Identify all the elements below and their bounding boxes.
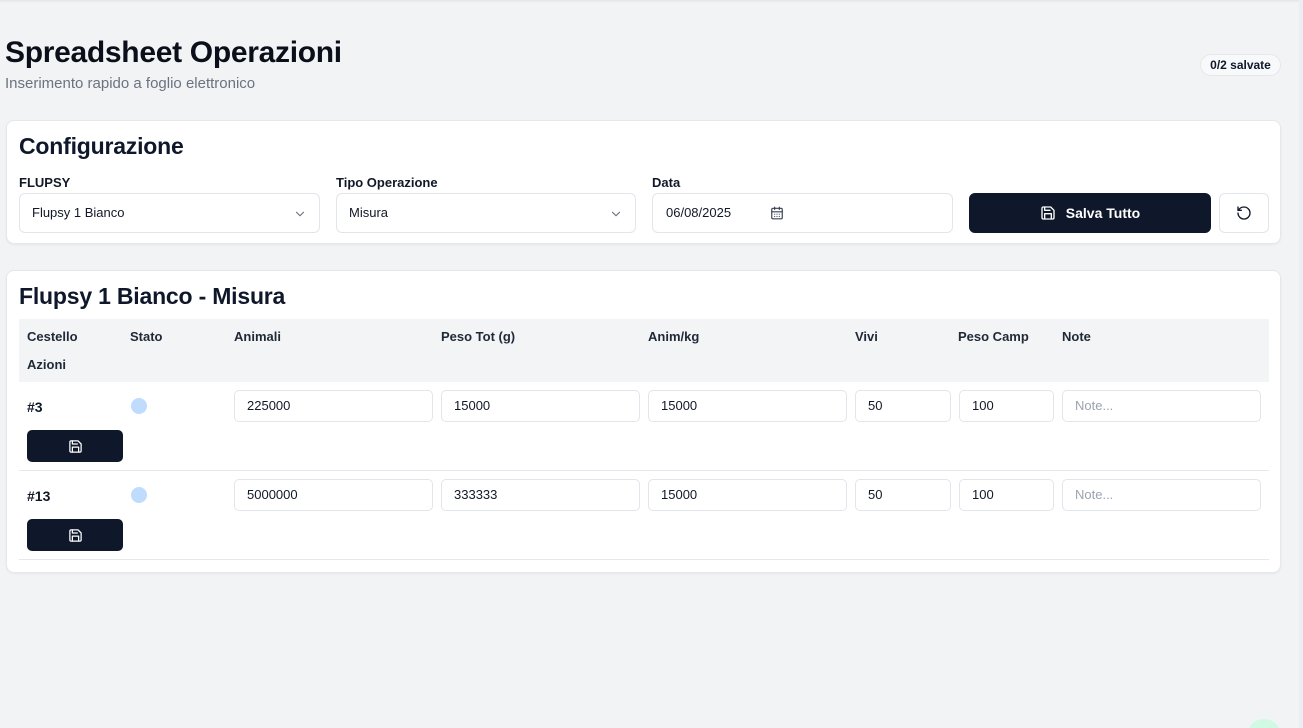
operation-type-select[interactable]: Misura [336,193,636,233]
calendar-icon[interactable] [770,206,784,220]
page-title: Spreadsheet Operazioni [5,36,342,69]
flupsy-select-value: Flupsy 1 Bianco [32,205,125,220]
table-row: #13 5000000 333333 15000 50 100 Note... [19,471,1269,560]
operation-type-value: Misura [349,205,389,220]
chevron-down-icon [611,211,621,217]
floppy-disk-icon [68,439,82,453]
configuration-title: Configurazione [19,133,184,159]
column-header-notes: Note [1062,329,1091,344]
flupsy-select[interactable]: Flupsy 1 Bianco [19,193,320,233]
floppy-disk-icon [1041,206,1055,220]
rotate-ccw-icon [1237,206,1251,220]
operation-type-label: Tipo Operazione [336,175,438,190]
top-shadow [0,0,1303,3]
animals-input[interactable]: 225000 [234,390,433,422]
animals-input[interactable]: 5000000 [234,479,433,511]
column-header-alive: Vivi [855,329,878,344]
status-indicator [131,487,147,503]
page-subtitle: Inserimento rapido a foglio elettronico [5,75,256,92]
floppy-disk-icon [68,528,82,542]
alive-input[interactable]: 50 [855,479,951,511]
row-save-button[interactable] [27,519,123,551]
configuration-card: Configurazione FLUPSY Flupsy 1 Bianco Ti… [6,120,1281,244]
alive-input[interactable]: 50 [855,390,951,422]
saved-count-badge: 0/2 salvate [1200,54,1281,76]
column-header-animals: Animali [234,329,281,344]
total-weight-input[interactable]: 15000 [441,390,640,422]
table-row: #3 225000 15000 15000 50 100 Note... [19,382,1269,471]
status-indicator [131,398,147,414]
date-value: 06/08/2025 [666,205,732,220]
save-all-button[interactable]: Salva Tutto [969,193,1211,233]
table-header: Cestello Stato Animali Peso Tot (g) Anim… [19,319,1269,382]
column-header-actions: Azioni [27,357,66,372]
column-header-animals-per-kg: Anim/kg [648,329,700,344]
operations-table-card: Flupsy 1 Bianco - Misura Cestello Stato … [6,270,1281,573]
page-scrollbar[interactable] [1299,0,1303,728]
basket-number: #3 [27,399,43,415]
animals-per-kg-input[interactable]: 15000 [648,479,847,511]
column-header-sample-weight: Peso Camp [958,329,1029,344]
notes-input[interactable]: Note... [1062,479,1261,511]
column-header-basket: Cestello [27,329,78,344]
column-header-status: Stato [130,329,163,344]
row-save-button[interactable] [27,430,123,462]
sample-weight-input[interactable]: 100 [959,390,1054,422]
save-all-label: Salva Tutto [1065,205,1141,221]
notes-input[interactable]: Note... [1062,390,1261,422]
animals-per-kg-input[interactable]: 15000 [648,390,847,422]
column-header-total-weight: Peso Tot (g) [441,329,516,344]
total-weight-input[interactable]: 333333 [441,479,640,511]
flupsy-label: FLUPSY [19,175,71,190]
table-title: Flupsy 1 Bianco - Misura [19,283,286,309]
date-input[interactable]: 06/08/2025 [652,193,953,233]
basket-number: #13 [27,488,51,504]
chevron-down-icon [295,211,305,217]
reset-button[interactable] [1219,193,1269,233]
date-label: Data [652,175,681,190]
floating-action-button[interactable] [1247,719,1281,728]
sample-weight-input[interactable]: 100 [959,479,1054,511]
